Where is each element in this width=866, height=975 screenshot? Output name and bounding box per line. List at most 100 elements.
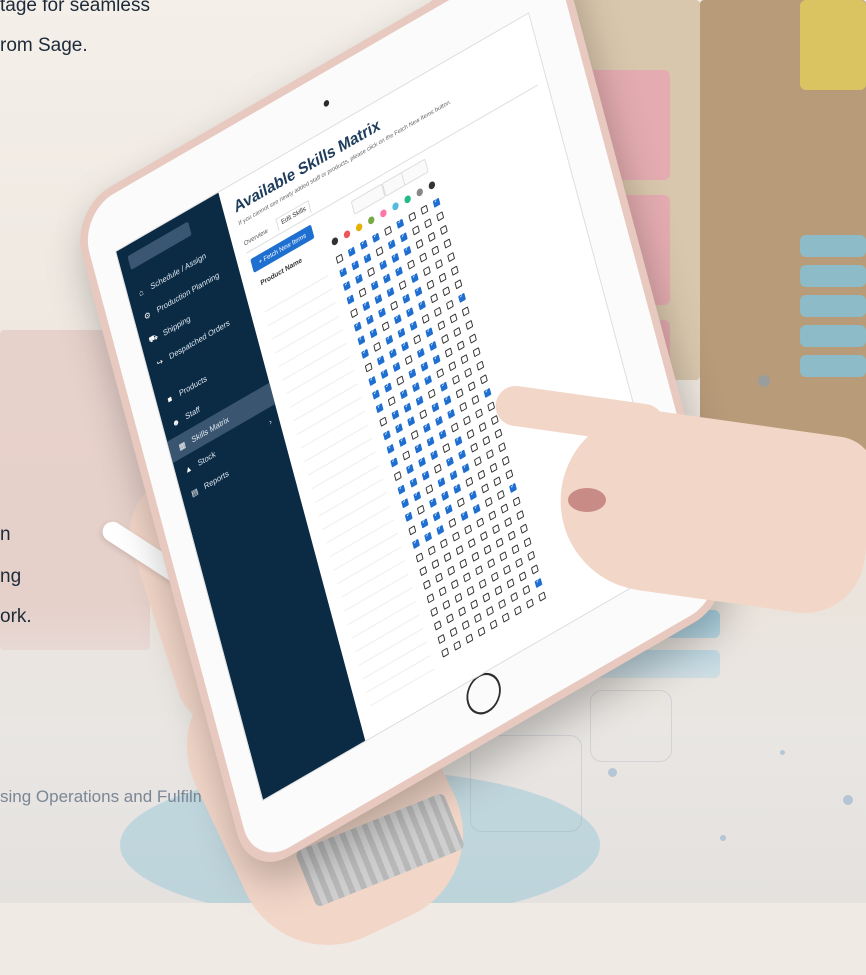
skill-checkbox[interactable] bbox=[393, 470, 402, 482]
skill-checkbox[interactable] bbox=[384, 225, 393, 236]
skill-checkbox[interactable] bbox=[446, 456, 454, 467]
skill-checkbox[interactable] bbox=[387, 239, 396, 250]
skill-checkbox[interactable] bbox=[392, 361, 401, 373]
skill-checkbox[interactable] bbox=[420, 204, 429, 215]
skill-checkbox[interactable] bbox=[430, 449, 439, 461]
skill-checkbox[interactable] bbox=[478, 578, 487, 589]
skill-checkbox[interactable] bbox=[538, 591, 547, 602]
skill-checkbox[interactable] bbox=[422, 422, 431, 434]
skill-checkbox[interactable] bbox=[376, 355, 385, 366]
skill-checkbox[interactable] bbox=[401, 341, 410, 352]
skill-checkbox[interactable] bbox=[534, 577, 543, 589]
skill-checkbox[interactable] bbox=[453, 326, 462, 338]
skill-checkbox[interactable] bbox=[379, 416, 388, 427]
skill-checkbox[interactable] bbox=[389, 348, 397, 359]
skill-checkbox[interactable] bbox=[404, 511, 413, 522]
skill-checkbox[interactable] bbox=[460, 354, 469, 365]
skill-checkbox[interactable] bbox=[458, 292, 466, 303]
skill-checkbox[interactable] bbox=[495, 537, 504, 548]
skill-checkbox[interactable] bbox=[487, 558, 496, 569]
skill-checkbox[interactable] bbox=[499, 551, 508, 562]
skill-checkbox[interactable] bbox=[438, 429, 447, 440]
skill-checkbox[interactable] bbox=[461, 463, 470, 474]
skill-checkbox[interactable] bbox=[505, 469, 514, 480]
skill-checkbox[interactable] bbox=[490, 571, 499, 582]
skill-checkbox[interactable] bbox=[353, 321, 362, 332]
skill-checkbox[interactable] bbox=[362, 300, 371, 312]
skill-checkbox[interactable] bbox=[397, 327, 406, 338]
skill-checkbox[interactable] bbox=[433, 463, 442, 474]
skill-checkbox[interactable] bbox=[498, 598, 507, 610]
skill-checkbox[interactable] bbox=[381, 321, 390, 332]
skill-checkbox[interactable] bbox=[398, 279, 407, 291]
skill-checkbox[interactable] bbox=[335, 253, 344, 264]
skill-checkbox[interactable] bbox=[443, 551, 452, 563]
skill-checkbox[interactable] bbox=[475, 565, 484, 576]
skill-checkbox[interactable] bbox=[418, 300, 426, 311]
skill-checkbox[interactable] bbox=[461, 306, 470, 317]
skill-checkbox[interactable] bbox=[466, 428, 475, 440]
skill-checkbox[interactable] bbox=[506, 578, 515, 589]
skill-checkbox[interactable] bbox=[410, 272, 419, 284]
skill-checkbox[interactable] bbox=[481, 483, 490, 494]
skill-checkbox[interactable] bbox=[403, 402, 412, 413]
skill-checkbox[interactable] bbox=[489, 619, 498, 630]
skill-checkbox[interactable] bbox=[373, 341, 382, 352]
skill-checkbox[interactable] bbox=[470, 442, 479, 453]
skill-checkbox[interactable] bbox=[359, 239, 368, 250]
skill-checkbox[interactable] bbox=[488, 510, 497, 521]
skill-checkbox[interactable] bbox=[361, 348, 369, 359]
skill-checkbox[interactable] bbox=[375, 403, 384, 414]
skill-checkbox[interactable] bbox=[447, 565, 456, 576]
skill-checkbox[interactable] bbox=[476, 517, 485, 528]
skill-checkbox[interactable] bbox=[403, 245, 412, 257]
skill-checkbox[interactable] bbox=[420, 361, 429, 372]
skill-checkbox[interactable] bbox=[479, 530, 488, 542]
skill-checkbox[interactable] bbox=[409, 477, 418, 488]
skill-checkbox[interactable] bbox=[380, 368, 389, 380]
skill-checkbox[interactable] bbox=[448, 517, 457, 529]
skill-checkbox[interactable] bbox=[393, 314, 402, 325]
skill-checkbox[interactable] bbox=[449, 470, 458, 481]
skill-checkbox[interactable] bbox=[436, 524, 445, 536]
skill-checkbox[interactable] bbox=[435, 258, 443, 270]
skill-checkbox[interactable] bbox=[446, 613, 454, 624]
skill-checkbox[interactable] bbox=[454, 435, 463, 447]
skill-checkbox[interactable] bbox=[486, 449, 494, 460]
skill-checkbox[interactable] bbox=[363, 253, 372, 264]
skill-checkbox[interactable] bbox=[391, 252, 400, 264]
skill-checkbox[interactable] bbox=[433, 306, 442, 317]
skill-checkbox[interactable] bbox=[522, 584, 531, 596]
skill-checkbox[interactable] bbox=[382, 273, 391, 284]
skill-checkbox[interactable] bbox=[420, 518, 429, 529]
skill-checkbox[interactable] bbox=[427, 231, 436, 243]
skill-checkbox[interactable] bbox=[482, 435, 491, 446]
skill-checkbox[interactable] bbox=[435, 572, 444, 583]
skill-checkbox[interactable] bbox=[415, 552, 424, 563]
skill-checkbox[interactable] bbox=[431, 245, 440, 256]
skill-checkbox[interactable] bbox=[507, 530, 516, 541]
skill-checkbox[interactable] bbox=[382, 430, 391, 441]
skill-checkbox[interactable] bbox=[450, 265, 459, 276]
skill-checkbox[interactable] bbox=[398, 436, 407, 448]
skill-checkbox[interactable] bbox=[370, 280, 379, 291]
skill-checkbox[interactable] bbox=[416, 347, 425, 359]
skill-checkbox[interactable] bbox=[458, 449, 467, 460]
skill-checkbox[interactable] bbox=[501, 455, 510, 466]
skill-checkbox[interactable] bbox=[501, 612, 510, 623]
skill-checkbox[interactable] bbox=[445, 299, 454, 310]
skill-checkbox[interactable] bbox=[439, 538, 448, 549]
skill-checkbox[interactable] bbox=[443, 238, 452, 249]
skill-checkbox[interactable] bbox=[426, 436, 435, 447]
skill-checkbox[interactable] bbox=[452, 531, 460, 542]
skill-checkbox[interactable] bbox=[453, 483, 462, 494]
skill-checkbox[interactable] bbox=[442, 442, 451, 454]
skill-checkbox[interactable] bbox=[454, 592, 463, 603]
skill-checkbox[interactable] bbox=[465, 476, 474, 487]
skill-checkbox[interactable] bbox=[465, 319, 474, 331]
skill-checkbox[interactable] bbox=[413, 334, 422, 345]
skill-checkbox[interactable] bbox=[419, 252, 428, 263]
skill-checkbox[interactable] bbox=[419, 565, 428, 577]
skill-checkbox[interactable] bbox=[364, 362, 373, 373]
skill-checkbox[interactable] bbox=[414, 286, 423, 297]
